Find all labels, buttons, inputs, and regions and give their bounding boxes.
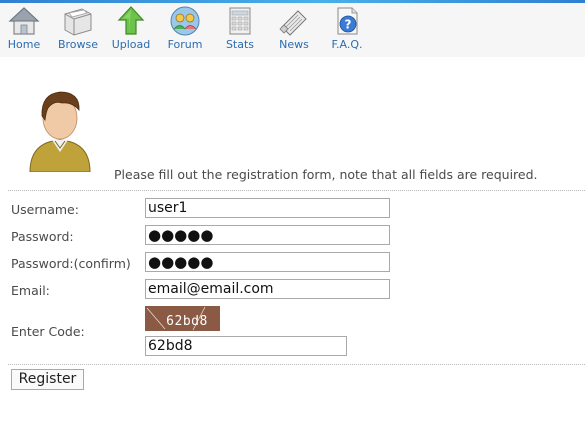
- nav-forum-label: Forum: [167, 38, 203, 51]
- nav-upload-label: Upload: [111, 38, 151, 51]
- nav-faq-label: F.A.Q.: [331, 38, 363, 51]
- username-label: Username:: [11, 202, 79, 217]
- svg-text:?: ?: [345, 18, 352, 32]
- user-avatar-icon: [29, 91, 91, 172]
- nav-faq[interactable]: ? F.A.Q.: [323, 5, 371, 51]
- bottom-divider: [8, 364, 585, 365]
- email-label: Email:: [11, 283, 50, 298]
- top-accent-stripe: [0, 0, 585, 3]
- nav-stats[interactable]: Stats: [216, 5, 264, 51]
- nav-browse[interactable]: Browse: [54, 5, 102, 51]
- browse-icon: [64, 8, 92, 36]
- password-field[interactable]: ●●●●●: [145, 225, 390, 245]
- nav-upload[interactable]: Upload: [107, 5, 155, 51]
- code-label: Enter Code:: [11, 324, 85, 339]
- intro-text: Please fill out the registration form, n…: [114, 167, 538, 182]
- captcha-image: 62bd8: [145, 306, 220, 331]
- top-divider: [8, 190, 585, 191]
- password-confirm-label: Password:(confirm): [11, 256, 131, 271]
- home-icon: [8, 7, 40, 35]
- faq-icon: ?: [337, 7, 358, 35]
- code-field[interactable]: 62bd8: [145, 336, 347, 356]
- email-field[interactable]: email@email.com: [145, 279, 390, 299]
- nav-home[interactable]: Home: [0, 5, 48, 51]
- nav-home-label: Home: [7, 38, 41, 51]
- username-field[interactable]: user1: [145, 198, 390, 218]
- stats-icon: [229, 7, 251, 35]
- register-button[interactable]: Register: [11, 369, 84, 390]
- password-confirm-field[interactable]: ●●●●●: [145, 252, 390, 272]
- nav-news-label: News: [279, 38, 309, 51]
- password-label: Password:: [11, 229, 74, 244]
- captcha-text: 62bd8: [166, 314, 208, 329]
- nav-browse-label: Browse: [57, 38, 99, 51]
- nav-news[interactable]: News: [270, 5, 318, 51]
- upload-icon: [117, 6, 145, 35]
- forum-icon: [170, 6, 200, 36]
- nav-stats-label: Stats: [225, 38, 255, 51]
- news-icon: [279, 10, 307, 36]
- top-navigation-bar: Home Browse Upload Forum Stats News ? F.…: [0, 0, 585, 57]
- nav-forum[interactable]: Forum: [161, 5, 209, 51]
